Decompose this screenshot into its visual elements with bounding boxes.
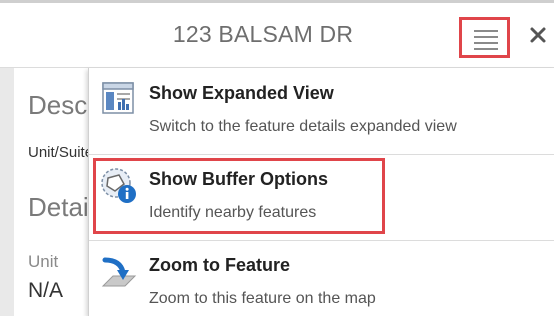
details-left-gutter	[0, 68, 14, 316]
buffer-options-icon	[99, 166, 139, 206]
menu-item-label: Show Expanded View	[149, 83, 334, 103]
menu-item-show-expanded-view[interactable]: Show Expanded View Switch to the feature…	[89, 68, 554, 155]
panel-header: 123 BALSAM DR	[0, 3, 554, 68]
unit-suite-field-label: Unit/Suite	[28, 144, 88, 161]
menu-item-description: Identify nearby features	[149, 204, 317, 221]
menu-item-description: Zoom to this feature on the map	[149, 290, 376, 307]
close-button[interactable]	[526, 21, 550, 49]
feature-details-panel: 123 BALSAM DR Description Unit/Suite Det…	[0, 0, 554, 316]
expanded-view-icon	[99, 80, 139, 120]
zoom-to-feature-icon	[99, 252, 139, 292]
menu-item-label: Zoom to Feature	[149, 255, 291, 275]
close-icon	[530, 27, 546, 43]
unit-field-value: N/A	[28, 279, 64, 302]
menu-item-zoom-to-feature[interactable]: Zoom to Feature Zoom to this feature on …	[89, 240, 554, 316]
unit-field-label: Unit	[28, 252, 59, 271]
description-section-title: Description	[28, 90, 88, 120]
feature-title: 123 BALSAM DR	[172, 21, 354, 47]
options-dropdown-menu: Show Expanded View Switch to the feature…	[88, 68, 554, 316]
menu-item-show-buffer-options[interactable]: Show Buffer Options Identify nearby feat…	[89, 154, 554, 241]
menu-item-label: Show Buffer Options	[149, 169, 328, 189]
menu-button[interactable]	[459, 17, 510, 58]
menu-item-description: Switch to the feature details expanded v…	[149, 118, 457, 135]
details-section-title: Details	[28, 192, 88, 222]
